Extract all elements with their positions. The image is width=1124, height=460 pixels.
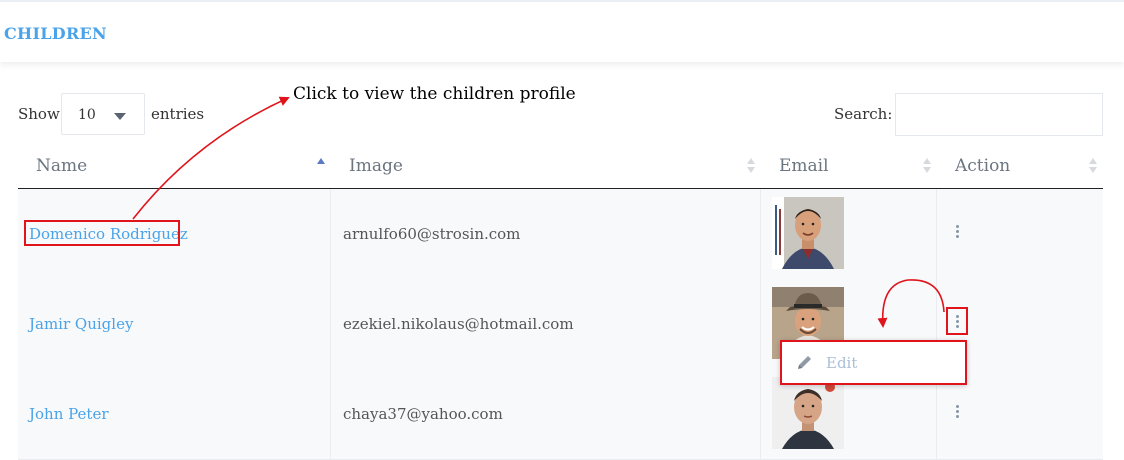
search-label: Search: <box>834 105 893 123</box>
show-label: Show <box>18 105 60 123</box>
child-avatar <box>772 197 844 269</box>
table-header: Name Image Email Action <box>18 144 1103 189</box>
name-cell: Jamir Quigley <box>18 279 331 369</box>
action-dropdown-menu: Edit <box>780 340 967 385</box>
name-cell: Domenico Rodriguez <box>18 189 331 279</box>
children-table: Name Image Email Action Domenico Rodrigu… <box>18 144 1103 460</box>
email-cell: ezekiel.nikolaus@hotmail.com <box>331 279 761 369</box>
sort-ascending-icon <box>317 158 325 174</box>
more-options-icon[interactable] <box>955 225 961 241</box>
annotation-text: Click to view the children profile <box>293 84 576 104</box>
email-text: ezekiel.nikolaus@hotmail.com <box>343 315 574 333</box>
more-options-icon[interactable] <box>955 405 961 421</box>
column-header-image[interactable]: Image <box>349 156 403 176</box>
search-input[interactable] <box>895 93 1103 136</box>
column-header-name[interactable]: Name <box>36 156 87 176</box>
page-title: CHILDREN <box>4 24 107 43</box>
image-cell <box>761 189 937 279</box>
child-name-link[interactable]: Domenico Rodriguez <box>29 225 188 243</box>
column-header-action[interactable]: Action <box>955 156 1010 176</box>
action-cell <box>937 189 1103 279</box>
chevron-down-icon <box>114 113 126 120</box>
table-row: Domenico Rodriguez arnulfo60@strosin.com <box>18 189 1103 280</box>
entries-label: entries <box>151 105 205 123</box>
more-options-icon[interactable] <box>955 315 961 331</box>
sort-icon <box>923 158 931 174</box>
column-header-label: Name <box>36 156 88 176</box>
child-avatar <box>772 377 844 449</box>
sort-icon <box>747 158 755 174</box>
email-cell: arnulfo60@strosin.com <box>331 189 761 279</box>
column-header-label: Image <box>349 156 403 176</box>
email-text: chaya37@yahoo.com <box>343 405 503 423</box>
page-header: CHILDREN <box>0 2 1124 62</box>
name-cell: John Peter <box>18 369 331 459</box>
edit-menu-item[interactable]: Edit <box>782 342 965 383</box>
edit-label: Edit <box>826 354 858 372</box>
page-length-select[interactable]: 10 <box>61 93 145 135</box>
sort-icon <box>1089 158 1097 174</box>
pencil-icon <box>798 356 811 369</box>
email-cell: chaya37@yahoo.com <box>331 369 761 459</box>
child-name-link[interactable]: Jamir Quigley <box>29 315 133 333</box>
column-header-label: Action <box>955 156 1011 176</box>
page-length-value: 10 <box>78 107 96 123</box>
email-text: arnulfo60@strosin.com <box>343 225 521 243</box>
child-name-link[interactable]: John Peter <box>29 405 109 423</box>
column-header-label: Email <box>779 156 829 176</box>
column-header-email[interactable]: Email <box>779 156 829 176</box>
